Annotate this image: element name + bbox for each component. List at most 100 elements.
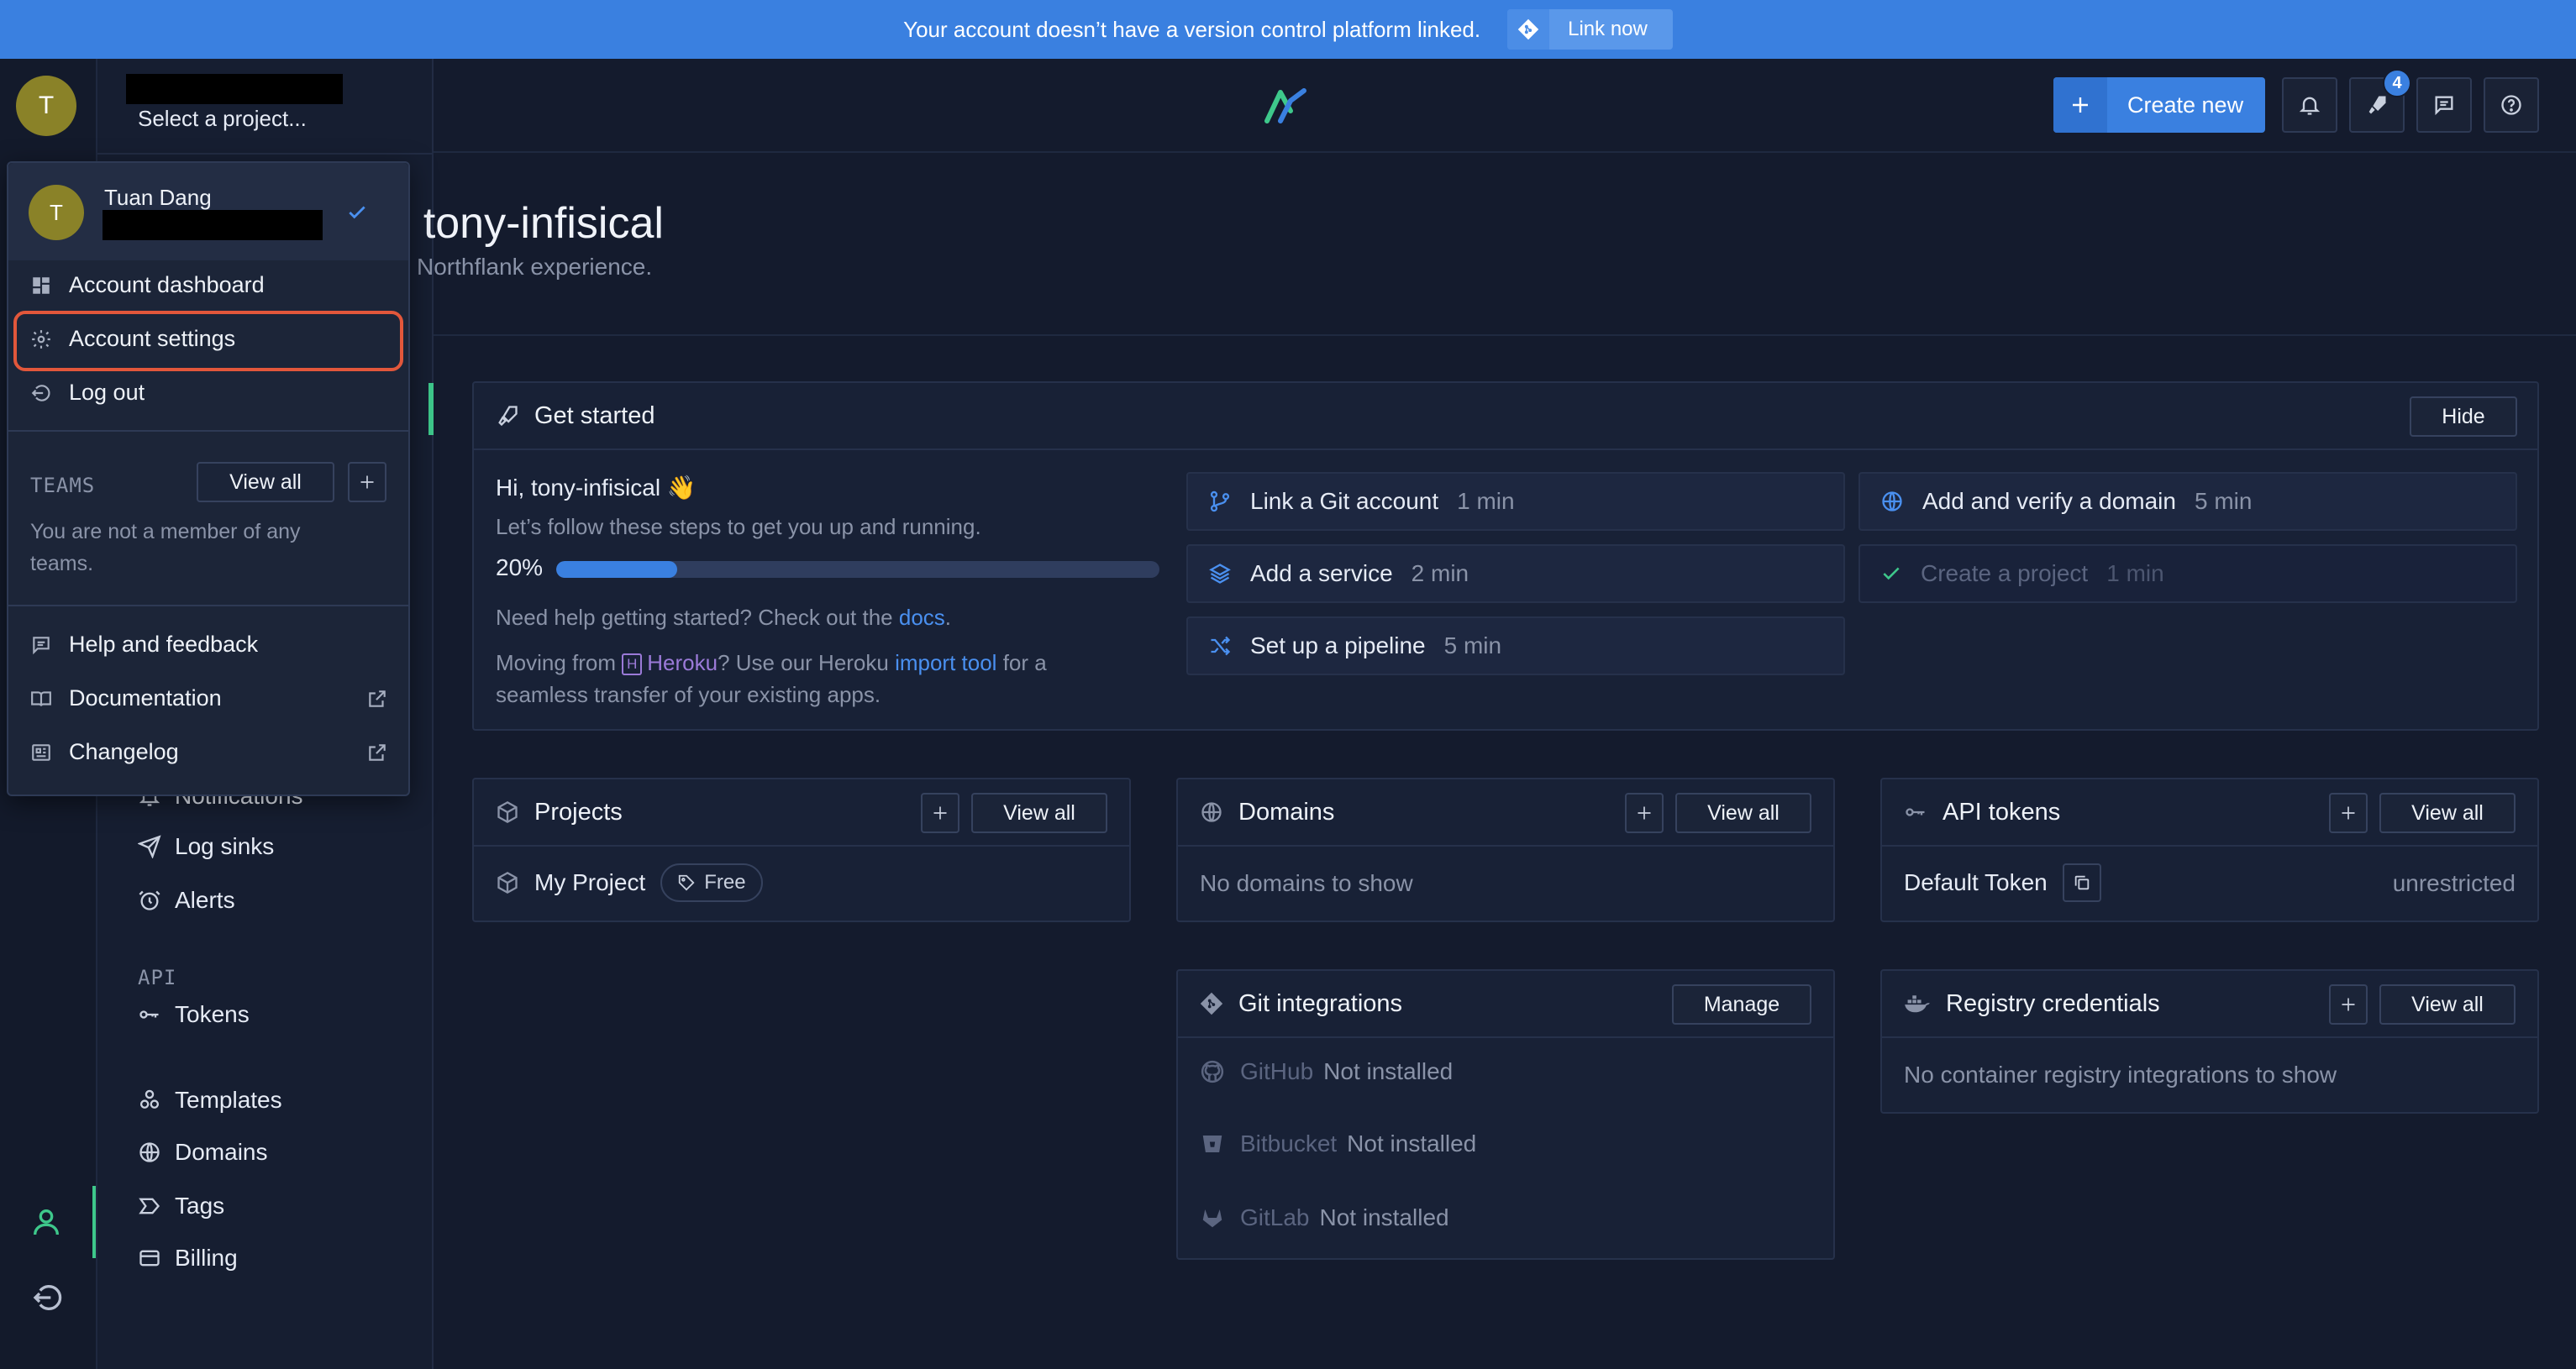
sidebar-item-label: Log sinks xyxy=(175,833,275,859)
add-project-button[interactable] xyxy=(921,793,959,833)
documentation-label: Documentation xyxy=(69,685,222,711)
sidebar-item-templates[interactable]: Templates xyxy=(138,1087,282,1114)
account-rail-button[interactable] xyxy=(0,1186,96,1258)
projects-view-all-button[interactable]: View all xyxy=(971,793,1107,833)
rocket-icon xyxy=(2365,93,2389,117)
step-setup-pipeline[interactable]: Set up a pipeline 5 min xyxy=(1186,616,1845,675)
help-feedback-item[interactable]: Help and feedback xyxy=(30,632,258,658)
sidebar-item-label: Billing xyxy=(175,1245,238,1271)
step-time: 1 min xyxy=(2106,560,2164,586)
step-label: Add and verify a domain xyxy=(1922,488,2176,514)
moving-suffix: for a xyxy=(996,650,1047,675)
add-team-button[interactable] xyxy=(348,462,386,502)
templates-icon xyxy=(138,1088,161,1112)
git-icon xyxy=(1507,9,1550,50)
step-add-service[interactable]: Add a service 2 min xyxy=(1186,544,1845,603)
docs-link[interactable]: docs xyxy=(899,605,945,630)
avatar[interactable]: T xyxy=(16,76,76,136)
log-out-label: Log out xyxy=(69,380,145,405)
teams-empty-note: You are not a member of any teams. xyxy=(30,520,301,575)
add-registry-button[interactable] xyxy=(2329,984,2368,1025)
progress-bar-fill xyxy=(556,561,677,578)
active-nav-marker xyxy=(428,383,434,435)
check-icon xyxy=(346,202,368,223)
provider-bitbucket[interactable]: Bitbucket Not installed xyxy=(1200,1130,1476,1157)
progress-label: 20% xyxy=(496,554,544,580)
step-add-domain[interactable]: Add and verify a domain 5 min xyxy=(1858,472,2517,531)
plus-icon xyxy=(2340,805,2357,821)
account-dropdown: T Tuan Dang Account dashboard Account se… xyxy=(7,161,410,796)
bell-icon xyxy=(2298,93,2321,117)
changelog-item[interactable]: Changelog xyxy=(30,739,392,765)
sidebar-divider xyxy=(97,153,434,155)
step-link-git[interactable]: Link a Git account 1 min xyxy=(1186,472,1845,531)
changelog-label: Changelog xyxy=(69,739,179,764)
log-out-item[interactable]: Log out xyxy=(30,380,145,406)
provider-name: GitLab xyxy=(1240,1204,1310,1230)
registry-credentials-card: Registry credentials View all No contain… xyxy=(1880,969,2539,1114)
account-dashboard-label: Account dashboard xyxy=(69,272,265,297)
help-suffix: . xyxy=(944,605,952,630)
token-scope: unrestricted xyxy=(2392,870,2516,896)
sidebar-item-label: Alerts xyxy=(175,887,235,913)
help-button[interactable] xyxy=(2484,77,2539,133)
create-new-button[interactable]: Create new xyxy=(2053,77,2266,133)
globe-icon xyxy=(1880,490,1904,513)
link-now-button[interactable]: Link now xyxy=(1507,9,1673,50)
step-label: Set up a pipeline xyxy=(1250,632,1426,658)
sidebar-item-label: Tokens xyxy=(175,1001,250,1027)
project-select[interactable]: Select a project... xyxy=(138,106,307,132)
intro-text: Let’s follow these steps to get you up a… xyxy=(496,514,981,539)
step-time: 1 min xyxy=(1457,488,1515,514)
manage-button[interactable]: Manage xyxy=(1672,984,1811,1025)
domains-view-all-button[interactable]: View all xyxy=(1675,793,1811,833)
provider-github[interactable]: GitHub Not installed xyxy=(1200,1058,1453,1085)
globe-icon xyxy=(138,1141,161,1164)
hide-button[interactable]: Hide xyxy=(2410,396,2517,437)
add-domain-button[interactable] xyxy=(1625,793,1664,833)
docker-icon xyxy=(1904,992,1931,1015)
add-token-button[interactable] xyxy=(2329,793,2368,833)
globe-icon xyxy=(1200,800,1223,824)
feedback-button[interactable] xyxy=(2416,77,2472,133)
account-dashboard-item[interactable]: Account dashboard xyxy=(30,272,265,298)
sidebar-item-domains[interactable]: Domains xyxy=(138,1139,267,1166)
provider-name: Bitbucket xyxy=(1240,1130,1338,1157)
sidebar-item-log-sinks[interactable]: Log sinks xyxy=(138,833,274,860)
registry-view-all-button[interactable]: View all xyxy=(2379,984,2516,1025)
sidebar-item-label: Tags xyxy=(175,1193,225,1219)
plus-icon xyxy=(932,805,949,821)
get-started-title: Get started xyxy=(534,401,655,429)
token-row[interactable]: Default Token xyxy=(1904,863,2101,902)
notifications-button[interactable] xyxy=(2282,77,2337,133)
provider-gitlab[interactable]: GitLab Not installed xyxy=(1200,1204,1449,1231)
provider-status: Not installed xyxy=(1319,1204,1449,1230)
welcome-divider xyxy=(434,334,2576,336)
plan-tag: Free xyxy=(660,863,763,902)
provider-status: Not installed xyxy=(1323,1058,1454,1084)
sidebar-item-alerts[interactable]: Alerts xyxy=(138,887,235,914)
northflank-logo[interactable] xyxy=(1262,84,1309,128)
project-name: My Project xyxy=(534,869,646,895)
domains-title: Domains xyxy=(1238,798,1335,826)
vcs-banner: Your account doesn’t have a version cont… xyxy=(0,0,2576,59)
redacted-user-email xyxy=(103,210,323,240)
newspaper-icon xyxy=(30,742,52,763)
project-row[interactable]: My Project Free xyxy=(496,863,763,902)
shuffle-icon xyxy=(1208,634,1232,658)
account-settings-highlight xyxy=(13,311,403,371)
documentation-item[interactable]: Documentation xyxy=(30,685,392,711)
logout-icon xyxy=(31,1281,65,1314)
sidebar-item-billing[interactable]: Billing xyxy=(138,1245,238,1272)
dropdown-divider xyxy=(8,430,408,432)
sidebar-item-tags[interactable]: Tags xyxy=(138,1193,224,1220)
copy-icon[interactable] xyxy=(2062,863,2101,902)
teams-view-all-button[interactable]: View all xyxy=(197,462,334,502)
api-tokens-view-all-button[interactable]: View all xyxy=(2379,793,2516,833)
sidebar-item-tokens[interactable]: Tokens xyxy=(138,1001,250,1028)
logout-rail-button[interactable] xyxy=(0,1268,96,1327)
cube-icon xyxy=(496,871,519,894)
header-divider xyxy=(434,151,2576,153)
step-time: 5 min xyxy=(1443,632,1502,658)
import-tool-link[interactable]: import tool xyxy=(895,650,996,675)
